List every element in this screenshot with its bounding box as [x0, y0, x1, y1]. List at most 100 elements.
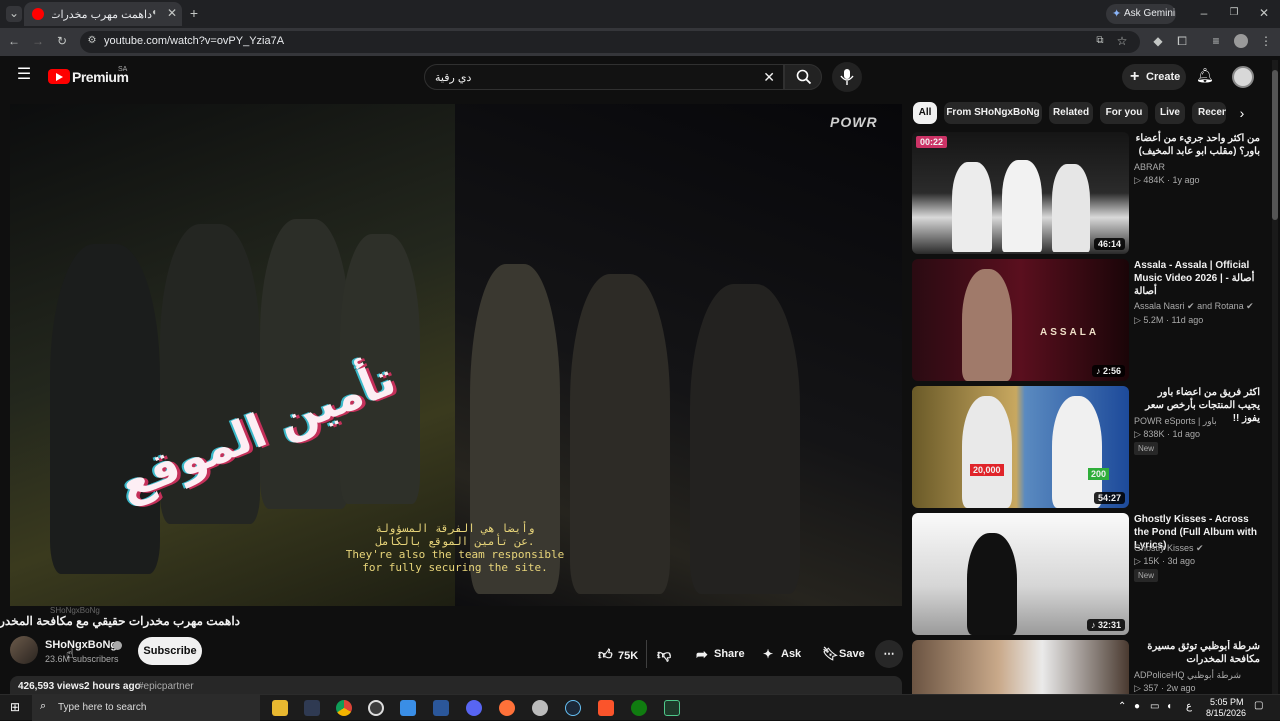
video-player[interactable]: POWR تأمين الموقع وأيضا هي الفرقة المسؤو…: [10, 104, 902, 606]
more-actions-button[interactable]: ⋯: [875, 640, 903, 668]
recommendation-card[interactable]: 20,000 200 54:27 اكثر فريق من اعضاء باور…: [912, 386, 1272, 508]
ask-gemini-button[interactable]: ✦ Ask Gemini: [1106, 4, 1176, 24]
channel-name[interactable]: SHoNgxBoNg: [45, 639, 117, 651]
profile-avatar-icon[interactable]: [1234, 34, 1248, 48]
recommendation-channel[interactable]: POWR eSports | باور: [1134, 416, 1217, 427]
notifications-bell-icon[interactable]: 🔔︎: [1196, 68, 1214, 84]
app-icon[interactable]: [304, 700, 320, 716]
network-tray-icon[interactable]: ▭: [1150, 701, 1159, 712]
mic-tray-icon[interactable]: ●: [1134, 701, 1140, 712]
create-button[interactable]: + Create: [1122, 64, 1186, 90]
restore-window-icon[interactable]: ❐: [1226, 6, 1242, 22]
word-icon[interactable]: [433, 700, 449, 716]
windows-start-icon[interactable]: ⊞: [10, 700, 20, 714]
clock-time[interactable]: 5:05 PM: [1210, 697, 1244, 707]
scrollbar-thumb[interactable]: [1272, 70, 1278, 220]
obs-icon[interactable]: [368, 700, 384, 716]
browser-menu-icon[interactable]: ⋮: [1258, 34, 1274, 50]
browser-tab-bar: ⌄ داهمت مهرب مخدرات حقيقي ◖ ✕ + ✦ Ask Ge…: [0, 0, 1280, 28]
bookmark-star-icon[interactable]: ☆: [1114, 34, 1130, 50]
subscribe-button[interactable]: Subscribe: [138, 637, 202, 665]
recommendation-title[interactable]: من اكثر واحد جريء من أعضاء باور؟ (مقلب ا…: [1134, 132, 1260, 158]
recommendation-card[interactable]: ♪ 32:31 Ghostly Kisses - Across the Pond…: [912, 513, 1272, 635]
chip-from-channel[interactable]: From SHoNgxBoNg: [944, 102, 1042, 124]
account-avatar[interactable]: [1232, 66, 1254, 88]
youtube-header: ☰ Premium SA دي رقية ✕ + Create 🔔︎: [0, 56, 1280, 98]
back-icon[interactable]: ←: [6, 34, 22, 50]
close-tab-icon[interactable]: ✕: [164, 6, 180, 22]
install-app-icon[interactable]: ⧉: [1092, 34, 1108, 50]
ask-sparkle-icon: ✦: [763, 647, 774, 661]
chip-related[interactable]: Related: [1049, 102, 1093, 124]
youtube-logo-icon[interactable]: [48, 69, 70, 84]
brave-icon[interactable]: [598, 700, 614, 716]
tab-title: داهمت مهرب مخدرات حقيقي: [52, 9, 152, 21]
recommendation-thumbnail[interactable]: ASSALA ♪ 2:56: [912, 259, 1129, 381]
recommendation-thumbnail[interactable]: 00:22 46:14: [912, 132, 1129, 254]
forward-icon[interactable]: →: [30, 34, 46, 50]
notification-center-icon[interactable]: ▢: [1254, 700, 1263, 711]
taskbar-search-input[interactable]: ⌕ Type here to search: [32, 695, 260, 721]
recommendation-card[interactable]: 00:22 46:14 من اكثر واحد جريء من أعضاء ب…: [912, 132, 1272, 254]
recommendation-channel[interactable]: ADPoliceHQ شرطة أبوظبي: [1134, 670, 1241, 681]
discord-icon[interactable]: [466, 700, 482, 716]
page-scrollbar[interactable]: [1272, 60, 1278, 694]
voice-search-button[interactable]: [832, 62, 862, 92]
video-title: داهمت مهرب مخدرات حقيقي مع مكافحة المخدر…: [0, 614, 240, 628]
search-input[interactable]: دي رقية ✕: [424, 64, 784, 90]
subtitle-english-line-1: They're also the team responsible: [345, 548, 565, 561]
firefox-icon[interactable]: [499, 700, 515, 716]
video-duration: 46:14: [1093, 238, 1125, 250]
file-explorer-icon[interactable]: [272, 700, 288, 716]
tab-search-icon[interactable]: ⌄: [6, 6, 22, 22]
recommendation-thumbnail[interactable]: ♪ 32:31: [912, 513, 1129, 635]
speaker-icon[interactable]: ◖: [146, 6, 162, 22]
person-figure: [962, 396, 1012, 508]
extension-diamond-icon[interactable]: ◆: [1150, 34, 1166, 50]
input-language[interactable]: ع: [1186, 701, 1192, 712]
app-icon[interactable]: [532, 700, 548, 716]
hamburger-menu-icon[interactable]: ☰: [16, 67, 32, 84]
recommendation-channel[interactable]: Assala Nasri ✔ and Rotana ✔: [1134, 301, 1254, 312]
recommendation-channel[interactable]: Ghostly Kisses ✔: [1134, 543, 1204, 554]
site-info-icon[interactable]: ⚙: [84, 34, 100, 50]
browser-tab-active[interactable]: داهمت مهرب مخدرات حقيقي ◖ ✕: [24, 2, 182, 26]
recommendation-thumbnail[interactable]: 20,000 200 54:27: [912, 386, 1129, 508]
tray-chevron-icon[interactable]: ⌃: [1118, 701, 1126, 712]
description-box[interactable]: 426,593 views 2 hours ago #epicpartner: [10, 676, 902, 694]
search-button[interactable]: [784, 64, 822, 90]
recommendation-card[interactable]: شرطة أبوظبي توثق مسيرة مكافحة المخدرات A…: [912, 640, 1272, 694]
chip-all[interactable]: All: [913, 102, 937, 124]
terminal-icon[interactable]: [664, 700, 680, 716]
channel-avatar[interactable]: [10, 636, 38, 664]
steam-icon[interactable]: [565, 700, 581, 716]
ask-label: Ask: [781, 648, 802, 660]
recommendation-channel[interactable]: ABRAR: [1134, 162, 1165, 172]
xbox-icon[interactable]: [631, 700, 647, 716]
volume-tray-icon[interactable]: ◖: [1166, 701, 1172, 712]
chip-for-you[interactable]: For you: [1100, 102, 1148, 124]
clear-search-icon[interactable]: ✕: [763, 69, 775, 86]
address-bar[interactable]: ⚙ youtube.com/watch?v=ovPY_Yzia7A ⧉ ☆: [80, 31, 1140, 53]
extensions-puzzle-icon[interactable]: ⧠: [1174, 34, 1190, 50]
recommendation-thumbnail[interactable]: [912, 640, 1129, 694]
recommendation-title[interactable]: شرطة أبوظبي توثق مسيرة مكافحة المخدرات: [1134, 640, 1260, 666]
reading-list-icon[interactable]: ≡: [1208, 34, 1224, 50]
chip-recent[interactable]: Recent: [1192, 102, 1226, 124]
close-window-icon[interactable]: ✕: [1256, 6, 1272, 22]
hashtag-link[interactable]: #epicpartner: [138, 681, 194, 692]
reload-icon[interactable]: ↻: [54, 34, 70, 50]
save-bookmark-icon: 🔖︎: [822, 646, 839, 661]
clock-date[interactable]: 8/15/2026: [1206, 708, 1246, 718]
new-tab-button[interactable]: +: [186, 6, 202, 22]
recommendation-title[interactable]: Assala - Assala | Official Music Video 2…: [1134, 259, 1260, 298]
store-icon[interactable]: [400, 700, 416, 716]
recommendation-card[interactable]: ASSALA ♪ 2:56 Assala - Assala | Official…: [912, 259, 1272, 381]
chips-next-icon[interactable]: ›: [1234, 106, 1250, 122]
dislike-button[interactable]: 👎︎: [646, 640, 680, 668]
minimize-window-icon[interactable]: –: [1196, 6, 1212, 22]
officer-figure: [260, 219, 350, 509]
chip-live[interactable]: Live: [1155, 102, 1185, 124]
chrome-icon[interactable]: [336, 700, 352, 716]
like-button[interactable]: 👍︎ 75K: [590, 640, 640, 668]
